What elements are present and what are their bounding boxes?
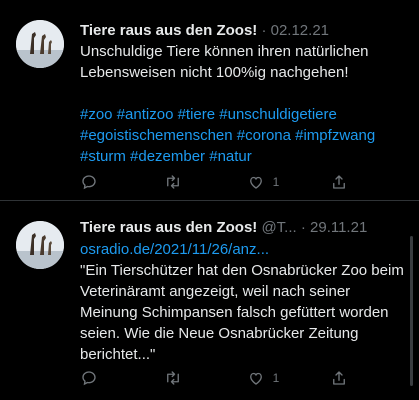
retweet-button[interactable] (163, 369, 223, 387)
tweet-actions: 1 (80, 367, 350, 389)
retweet-icon (167, 371, 180, 385)
reply-icon (82, 371, 96, 386)
tweet-body-text: Unschuldige Tiere können ihren natürlich… (80, 43, 369, 81)
share-button[interactable] (330, 173, 350, 191)
scrollbar[interactable] (410, 236, 413, 386)
author-name[interactable]: Tiere raus aus den Zoos! (80, 219, 257, 236)
avatar[interactable] (16, 221, 64, 269)
tweet-content: Tiere raus aus den Zoos! · 02.12.21 Unsc… (80, 21, 407, 167)
reply-button[interactable] (80, 369, 140, 387)
tweet[interactable]: Tiere raus aus den Zoos! · 02.12.21 Unsc… (0, 0, 419, 201)
share-icon (333, 175, 345, 189)
reply-icon (82, 175, 96, 190)
like-count: 1 (272, 371, 280, 385)
tweet-header: Tiere raus aus den Zoos! @T... · 29.11.2… (80, 218, 407, 238)
retweet-icon (167, 175, 180, 189)
tweet-actions: 1 (80, 171, 350, 193)
like-button[interactable]: 1 (247, 369, 307, 387)
tweet-header: Tiere raus aus den Zoos! · 02.12.21 (80, 21, 407, 41)
like-icon (249, 372, 262, 385)
author-name[interactable]: Tiere raus aus den Zoos! (80, 22, 257, 39)
share-button[interactable] (330, 369, 350, 387)
reply-button[interactable] (80, 173, 140, 191)
giraffe-avatar-image (16, 20, 64, 68)
tweet[interactable]: Tiere raus aus den Zoos! @T... · 29.11.2… (0, 201, 419, 400)
tweet-body-text: "Ein Tierschützer hat den Osnabrücker Zo… (80, 262, 404, 363)
like-count: 1 (272, 175, 280, 189)
giraffe-avatar-image (16, 221, 64, 269)
tweet-link[interactable]: osradio.de/2021/11/26/anz... (80, 239, 407, 260)
like-icon (249, 176, 262, 189)
retweet-button[interactable] (163, 173, 223, 191)
like-button[interactable]: 1 (247, 173, 307, 191)
share-icon (333, 371, 345, 385)
tweet-date[interactable]: · 02.12.21 (261, 22, 329, 39)
tweet-text: osradio.de/2021/11/26/anz... "Ein Tiersc… (80, 239, 407, 365)
tweet-hashtags[interactable]: #zoo #antizoo #tiere #unschuldigetiere #… (80, 106, 375, 165)
tweet-text: Unschuldige Tiere können ihren natürlich… (80, 41, 407, 167)
avatar[interactable] (16, 20, 64, 68)
tweet-content: Tiere raus aus den Zoos! @T... · 29.11.2… (80, 218, 407, 365)
tweet-handle-date[interactable]: @T... · 29.11.21 (261, 219, 367, 236)
